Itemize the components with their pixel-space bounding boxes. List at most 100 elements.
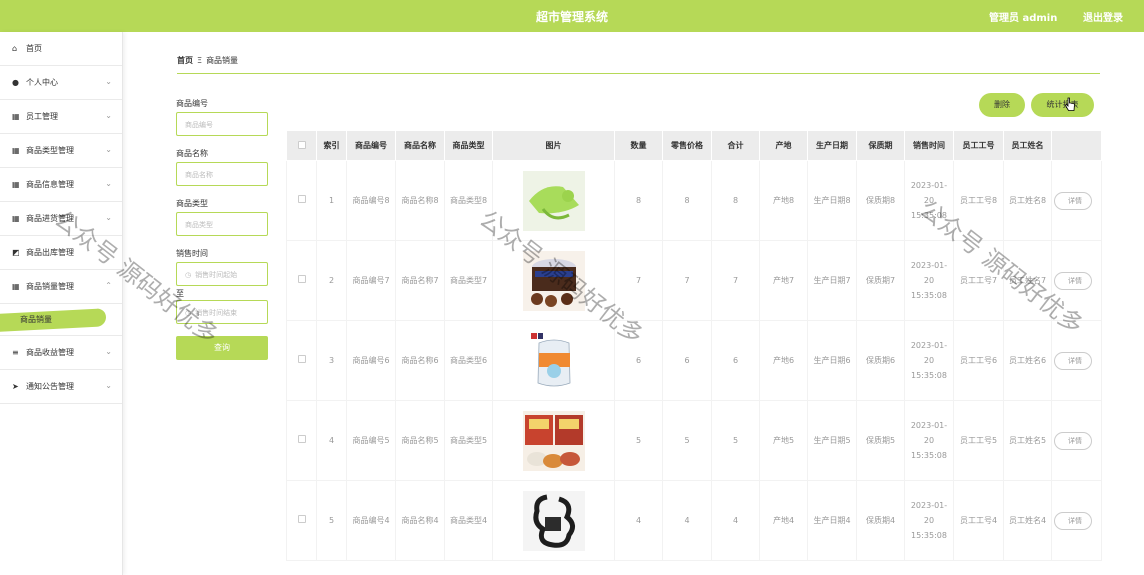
cell-name: 商品名称5 [395, 400, 445, 481]
type-label: 商品类型 [176, 199, 208, 208]
stats-report-button[interactable]: 统计报表 [1031, 93, 1094, 117]
cell-prod-date: 生产日期8 [807, 160, 857, 241]
breadcrumb: 首页 Ξ 商品销量 [177, 55, 238, 66]
code-input[interactable]: 商品编号 [176, 112, 268, 136]
cell-emp-name: 员工姓名6 [1003, 320, 1052, 401]
delete-button[interactable]: 删除 [979, 93, 1025, 117]
table-row: 3 商品编号6 商品名称6 商品类型6 6 6 6 产地6 生产日期6 保质期6 2023-01-2… [286, 320, 1102, 401]
breadcrumb-home[interactable]: 首页 [177, 56, 193, 65]
sidebar-item-staff[interactable]: ▦ 员工管理 ⌄ [0, 100, 122, 134]
sidebar-item-notice[interactable]: ➤ 通知公告管理 ⌄ [0, 370, 122, 404]
name-input[interactable]: 商品名称 [176, 162, 268, 186]
cell-sale-time: 2023-01-20 15:35:08 [904, 160, 954, 241]
chevron-down-icon: ⌄ [105, 77, 112, 86]
sidebar-item-profile[interactable]: ● 个人中心 ⌄ [0, 66, 122, 100]
row-select[interactable] [286, 320, 317, 401]
sidebar-item-revenue[interactable]: ≡ 商品收益管理 ⌄ [0, 336, 122, 370]
cell-index: 4 [316, 400, 347, 481]
sidebar-item-product-type[interactable]: ▦ 商品类型管理 ⌄ [0, 134, 122, 168]
cell-index: 3 [316, 320, 347, 401]
cell-emp-name: 员工姓名8 [1003, 160, 1052, 241]
chevron-down-icon: ⌄ [105, 347, 112, 356]
cell-emp-no: 员工工号5 [953, 400, 1004, 481]
row-select[interactable] [286, 160, 317, 241]
detail-button[interactable]: 详情 [1054, 511, 1092, 530]
checkbox[interactable] [297, 275, 306, 283]
chart-icon: ◩ [12, 248, 20, 257]
detail-button[interactable]: 详情 [1054, 351, 1092, 370]
table-row: 1 商品编号8 商品名称8 商品类型8 8 8 8 产地8 生产日期8 保质期8 2023-01-2… [286, 160, 1102, 241]
cell-emp-name: 员工姓名7 [1003, 240, 1052, 321]
cell-type: 商品类型4 [444, 480, 493, 561]
sidebar-item-label: 个人中心 [26, 78, 58, 87]
cell-emp-no: 员工工号6 [953, 320, 1004, 401]
cell-shelf-life: 保质期4 [856, 480, 905, 561]
checkbox[interactable] [297, 435, 306, 443]
product-thumbnail [522, 410, 585, 471]
sidebar-item-home[interactable]: ⌂ 首页 [0, 32, 122, 66]
cell-origin: 产地7 [759, 240, 808, 321]
type-input[interactable]: 商品类型 [176, 212, 268, 236]
time-label: 销售时间 [176, 249, 208, 258]
checkbox[interactable] [297, 195, 306, 203]
cell-sale-time: 2023-01-20 15:35:08 [904, 240, 954, 321]
sale-end-input[interactable]: ◷ 销售时间结束 [176, 300, 268, 324]
detail-button[interactable]: 详情 [1054, 271, 1092, 290]
sidebar-item-sales[interactable]: ▦ 商品销量管理 ⌃ [0, 270, 122, 304]
clock-icon: ◷ [185, 271, 192, 279]
list-icon: ≡ [12, 348, 19, 357]
column-header-actions [1051, 130, 1102, 161]
detail-button[interactable]: 详情 [1054, 431, 1092, 450]
sale-end-placeholder: 销售时间结束 [195, 309, 238, 317]
column-header: 产地 [759, 130, 808, 161]
cell-image [492, 320, 615, 401]
chevron-down-icon: ⌄ [105, 213, 112, 222]
detail-button[interactable]: 详情 [1054, 191, 1092, 210]
row-select[interactable] [286, 480, 317, 561]
column-header: 保质期 [856, 130, 905, 161]
sale-start-input[interactable]: ◷ 销售时间起始 [176, 262, 268, 286]
chevron-down-icon: ⌄ [105, 111, 112, 120]
sidebar-subitem-sales[interactable]: 商品销量 [0, 304, 122, 336]
sidebar-item-product-info[interactable]: ▦ 商品信息管理 ⌄ [0, 168, 122, 202]
sale-start-placeholder: 销售时间起始 [195, 271, 238, 279]
cell-emp-no: 员工工号8 [953, 160, 1004, 241]
cell-price: 7 [662, 240, 712, 321]
table-header-row: 索引 商品编号 商品名称 商品类型 图片 数量 零售价格 合计 产地 生产日期 … [286, 130, 1102, 161]
cell-sale-time: 2023-01-20 15:35:08 [904, 400, 954, 481]
query-button[interactable]: 查询 [176, 336, 268, 360]
cell-qty: 8 [614, 160, 663, 241]
column-header: 商品编号 [346, 130, 396, 161]
table-row: 4 商品编号5 商品名称5 商品类型5 5 5 5 产地5 生产日期5 保质期5 2023-01-2… [286, 400, 1102, 481]
cell-name: 商品名称6 [395, 320, 445, 401]
cell-actions: 详情 [1051, 400, 1102, 481]
product-thumbnail [522, 250, 585, 311]
row-select[interactable] [286, 400, 317, 481]
clock-icon: ◷ [185, 309, 192, 317]
cell-prod-date: 生产日期6 [807, 320, 857, 401]
logout-link[interactable]: 退出登录 [1083, 9, 1123, 24]
cell-type: 商品类型7 [444, 240, 493, 321]
sidebar-item-purchase[interactable]: ▦ 商品进货管理 ⌄ [0, 202, 122, 236]
sidebar-item-label: 商品销量管理 [26, 282, 74, 291]
column-header: 商品类型 [444, 130, 493, 161]
cell-prod-date: 生产日期4 [807, 480, 857, 561]
cell-total: 6 [711, 320, 760, 401]
sidebar-item-label: 商品类型管理 [26, 146, 74, 155]
checkbox[interactable] [297, 515, 306, 523]
sidebar-item-outbound[interactable]: ◩ 商品出库管理 [0, 236, 122, 270]
checkbox[interactable] [297, 355, 306, 363]
column-header: 销售时间 [904, 130, 954, 161]
cell-code: 商品编号6 [346, 320, 396, 401]
column-header: 员工工号 [953, 130, 1004, 161]
cell-index: 2 [316, 240, 347, 321]
column-header: 数量 [614, 130, 663, 161]
top-bar: 超市管理系统 管理员 admin 退出登录 [0, 0, 1144, 32]
header-select-all[interactable] [286, 130, 317, 161]
row-select[interactable] [286, 240, 317, 321]
chevron-down-icon: ⌄ [105, 179, 112, 188]
checkbox[interactable] [297, 140, 306, 149]
divider [177, 73, 1100, 74]
column-header: 商品名称 [395, 130, 445, 161]
cell-code: 商品编号4 [346, 480, 396, 561]
